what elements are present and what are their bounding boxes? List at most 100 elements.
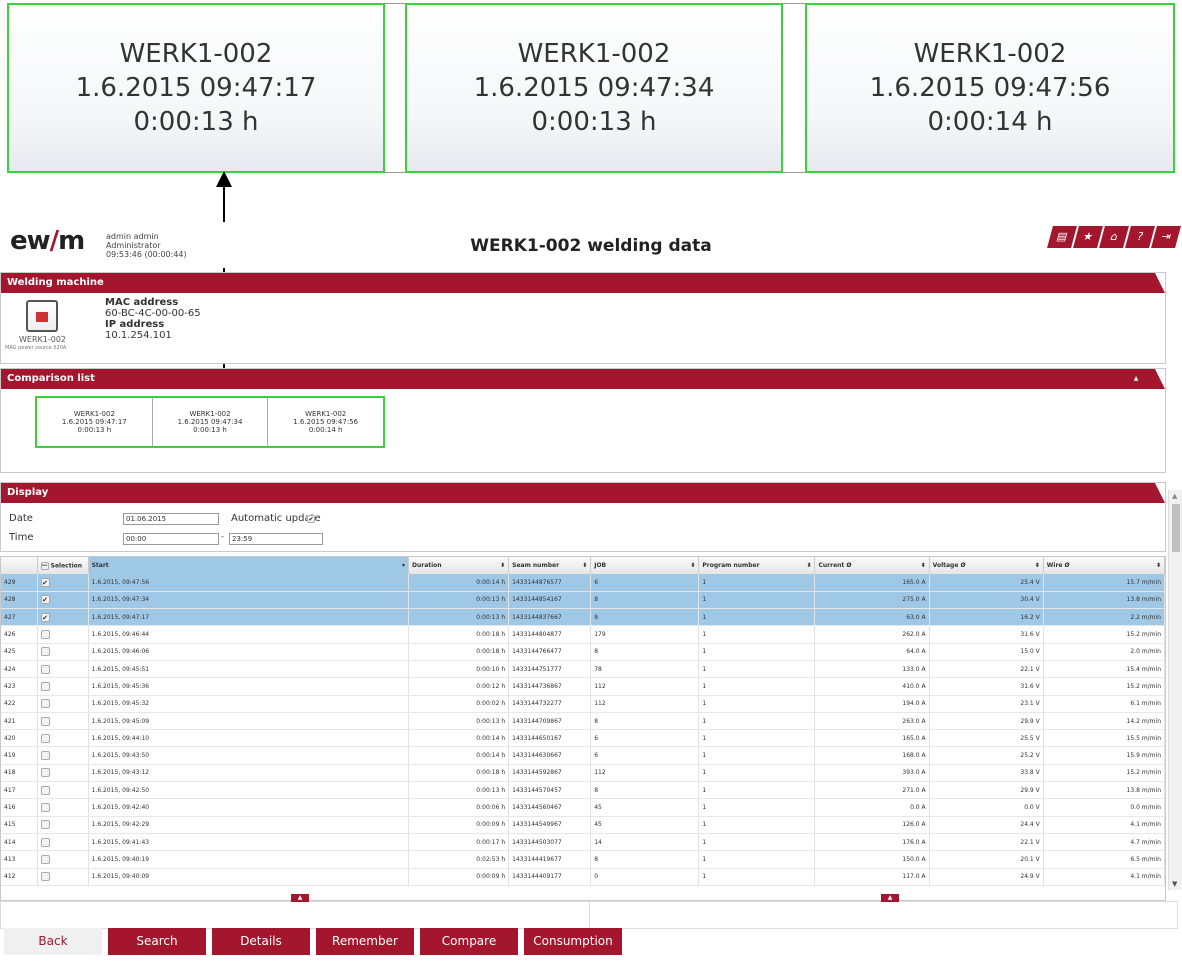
scrollbar-thumb[interactable] bbox=[1172, 504, 1180, 552]
row-seam-number: 1433144732277 bbox=[508, 695, 592, 713]
row-select-checkbox[interactable] bbox=[40, 837, 50, 847]
consumption-button[interactable]: Consumption bbox=[524, 928, 622, 955]
help-icon[interactable]: ? bbox=[1125, 226, 1155, 248]
table-row[interactable]: 420 1.6.2015, 09:44:10 0:00:14 h 1433144650… bbox=[1, 729, 1165, 748]
row-select-checkbox[interactable] bbox=[40, 785, 50, 795]
row-select-checkbox[interactable] bbox=[40, 699, 50, 709]
table-row[interactable]: 422 1.6.2015, 09:45:32 0:00:02 h 1433144732… bbox=[1, 695, 1165, 713]
mac-label: MAC address bbox=[105, 297, 179, 308]
search-button[interactable]: Search bbox=[108, 928, 206, 955]
expand-left-icon[interactable]: ▲ bbox=[291, 894, 309, 902]
compare-button[interactable]: Compare bbox=[420, 928, 518, 955]
table-row[interactable]: 421 1.6.2015, 09:45:09 0:00:13 h 1433144709… bbox=[1, 712, 1165, 731]
table-row[interactable]: 413 1.6.2015, 09:40:19 0:02:53 h 1433144419… bbox=[1, 850, 1165, 869]
scroll-down-icon[interactable]: ▼ bbox=[1172, 880, 1177, 888]
row-current: 176.0 A bbox=[814, 833, 930, 852]
row-job: 45 bbox=[590, 816, 700, 834]
col-label: Seam number bbox=[512, 562, 560, 569]
row-select-checkbox[interactable] bbox=[40, 681, 50, 691]
card-machine: WERK1-002 bbox=[305, 410, 347, 418]
row-seam-number: 1433144804877 bbox=[508, 625, 592, 644]
row-select-checkbox[interactable] bbox=[40, 820, 50, 830]
back-button[interactable]: Back bbox=[4, 928, 102, 955]
row-voltage: 29.9 V bbox=[929, 781, 1044, 800]
row-select-checkbox[interactable] bbox=[40, 647, 50, 657]
table-row[interactable]: 414 1.6.2015, 09:41:43 0:00:17 h 1433144503… bbox=[1, 833, 1165, 852]
ip-value: 10.1.254.101 bbox=[105, 330, 172, 341]
comparison-card[interactable]: WERK1-002 1.6.2015 09:47:17 0:00:13 h bbox=[37, 398, 153, 446]
row-select-checkbox[interactable]: ✔ bbox=[40, 595, 50, 605]
table-row[interactable]: 426 1.6.2015, 09:46:44 0:00:18 h 1433144804… bbox=[1, 625, 1165, 644]
row-duration: 0:00:13 h bbox=[408, 608, 510, 627]
row-select-checkbox[interactable] bbox=[40, 664, 50, 674]
comparison-card[interactable]: WERK1-002 1.6.2015 09:47:34 0:00:13 h bbox=[153, 398, 269, 446]
collapse-icon[interactable]: ▲ bbox=[1127, 375, 1145, 383]
row-select-checkbox[interactable]: ✔ bbox=[40, 577, 50, 587]
logout-icon[interactable]: ⇥ bbox=[1151, 226, 1181, 248]
expand-right-icon[interactable]: ▲ bbox=[881, 894, 899, 902]
row-select-checkbox[interactable] bbox=[40, 751, 50, 761]
row-wire: 15.2 m/min bbox=[1043, 764, 1165, 783]
date-label: Date bbox=[9, 513, 33, 524]
col-job[interactable]: JOB ⬍ bbox=[590, 557, 700, 574]
table-row[interactable]: 423 1.6.2015, 09:45:36 0:00:12 h 1433144736… bbox=[1, 677, 1165, 696]
zoom-card-machine: WERK1-002 bbox=[517, 39, 671, 69]
details-button[interactable]: Details bbox=[212, 928, 310, 955]
col-voltage[interactable]: Voltage Ø ⬍ bbox=[929, 557, 1044, 574]
table-row[interactable]: 417 1.6.2015, 09:42:50 0:00:13 h 1433144570… bbox=[1, 781, 1165, 800]
action-buttons: Back Search Details Remember Compare Con… bbox=[4, 928, 622, 955]
row-select-checkbox[interactable] bbox=[40, 854, 50, 864]
table-row[interactable]: 427 ✔ 1.6.2015, 09:47:17 0:00:13 h 143314483… bbox=[1, 608, 1165, 627]
row-select-checkbox[interactable] bbox=[40, 803, 50, 812]
col-program-number[interactable]: Program number ⬍ bbox=[698, 557, 816, 574]
date-input[interactable]: 01.06.2015 bbox=[123, 513, 219, 525]
row-voltage: 31.6 V bbox=[929, 625, 1044, 644]
select-all-checkbox[interactable]: — bbox=[40, 561, 49, 570]
display-section: Display Date 01.06.2015 Automatic update… bbox=[0, 482, 1166, 552]
home-icon[interactable]: ⌂ bbox=[1099, 226, 1129, 248]
col-duration[interactable]: Duration ⬍ bbox=[408, 557, 510, 574]
card-datetime: 1.6.2015 09:47:56 bbox=[293, 418, 359, 426]
table-row[interactable]: 416 1.6.2015, 09:42:40 0:00:06 h 1433144560… bbox=[1, 798, 1165, 817]
row-select-checkbox[interactable] bbox=[40, 733, 50, 743]
row-duration: 0:02:53 h bbox=[408, 850, 510, 869]
comparison-card[interactable]: WERK1-002 1.6.2015 09:47:56 0:00:14 h bbox=[268, 398, 383, 446]
scroll-up-icon[interactable]: ▲ bbox=[1172, 492, 1177, 500]
table-row[interactable]: 425 1.6.2015, 09:46:06 0:00:18 h 1433144766… bbox=[1, 643, 1165, 661]
row-duration: 0:00:13 h bbox=[408, 781, 510, 800]
col-seam-number[interactable]: Seam number ⬍ bbox=[508, 557, 592, 574]
time-to-input[interactable]: 23:59 bbox=[229, 533, 323, 545]
row-select-checkbox[interactable] bbox=[40, 630, 50, 640]
vertical-scrollbar[interactable]: ▲ ▼ bbox=[1168, 490, 1182, 890]
row-start: 1.6.2015, 09:45:36 bbox=[88, 677, 410, 696]
row-start: 1.6.2015, 09:47:56 bbox=[88, 574, 410, 592]
row-select-checkbox[interactable] bbox=[40, 872, 50, 882]
zoom-card-machine: WERK1-002 bbox=[913, 39, 1067, 69]
row-select-checkbox[interactable] bbox=[40, 768, 50, 778]
table-row[interactable]: 429 ✔ 1.6.2015, 09:47:56 0:00:14 h 143314487… bbox=[1, 574, 1165, 592]
row-current: 165.0 A bbox=[814, 729, 930, 748]
table-row[interactable]: 424 1.6.2015, 09:45:51 0:00:10 h 1433144751… bbox=[1, 660, 1165, 679]
col-start[interactable]: Start ▾ bbox=[88, 557, 410, 574]
star-icon[interactable]: ★ bbox=[1073, 226, 1103, 248]
auto-update-checkbox[interactable]: ✔ bbox=[307, 515, 315, 523]
col-wire[interactable]: Wire Ø ⬍ bbox=[1043, 557, 1165, 574]
table-row[interactable]: 419 1.6.2015, 09:43:50 0:00:14 h 1433144630… bbox=[1, 746, 1165, 765]
row-checkbox: ✔ bbox=[37, 608, 89, 627]
col-current[interactable]: Current Ø ⬍ bbox=[814, 557, 930, 574]
print-icon[interactable]: ▤ bbox=[1047, 226, 1077, 248]
row-program-number: 1 bbox=[698, 798, 816, 817]
row-select-checkbox[interactable]: ✔ bbox=[40, 612, 50, 622]
table-row[interactable]: 418 1.6.2015, 09:43:12 0:00:18 h 1433144592… bbox=[1, 764, 1165, 783]
table-row[interactable]: 412 1.6.2015, 09:40:09 0:00:09 h 1433144409… bbox=[1, 868, 1165, 886]
table-row[interactable]: 415 1.6.2015, 09:42:29 0:00:09 h 1433144549… bbox=[1, 816, 1165, 834]
table-row[interactable]: 428 ✔ 1.6.2015, 09:47:34 0:00:13 h 143314485… bbox=[1, 591, 1165, 610]
col-selection[interactable]: — Selection bbox=[37, 557, 89, 574]
section-title[interactable]: Comparison list bbox=[1, 369, 1165, 389]
remember-button[interactable]: Remember bbox=[316, 928, 414, 955]
zoom-card-machine: WERK1-002 bbox=[119, 39, 273, 69]
row-select-checkbox[interactable] bbox=[40, 716, 50, 726]
zoom-card-datetime: 1.6.2015 09:47:34 bbox=[473, 73, 715, 103]
row-seam-number: 1433144570457 bbox=[508, 781, 592, 800]
time-from-input[interactable]: 00:00 bbox=[123, 533, 219, 545]
